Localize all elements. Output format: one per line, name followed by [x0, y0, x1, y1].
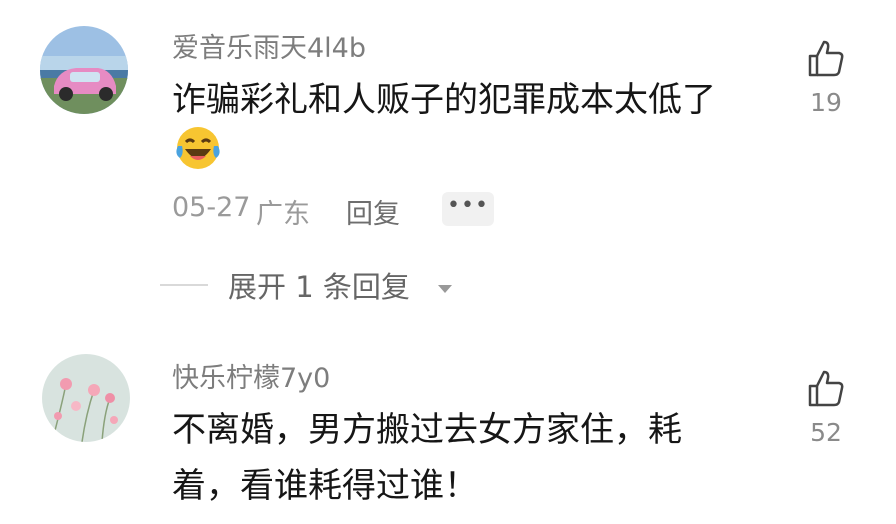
expand-replies-label: 展开 1 条回复: [228, 270, 410, 304]
comment-text: 诈骗彩礼和人贩子的犯罪成本太低了: [172, 80, 716, 120]
comment-item: 爱音乐雨天4l4b 诈骗彩礼和人贩子的犯罪成本太低了 05-27 广东 回复 •…: [0, 0, 896, 250]
username[interactable]: 快乐柠檬7y0: [172, 356, 330, 395]
reply-button[interactable]: 回复: [346, 192, 400, 231]
divider: [160, 284, 208, 286]
comment-location: 广东: [256, 199, 310, 230]
like-count: 52: [810, 418, 842, 447]
comment-item: 快乐柠檬7y0 不离婚，男方搬过去女方家住，耗 着，看谁耗得过谁！ 52: [0, 340, 896, 524]
avatar[interactable]: [42, 354, 130, 442]
avatar[interactable]: [40, 26, 128, 114]
comment-text-line: 不离婚，男方搬过去女方家住，耗: [172, 410, 682, 450]
comment-text: 不离婚，男方搬过去女方家住，耗 着，看谁耗得过谁！: [172, 402, 772, 514]
comment-text-line: 着，看谁耗得过谁！: [172, 466, 478, 506]
more-options-button[interactable]: •••: [442, 192, 494, 226]
comment-date: 05-27: [172, 192, 251, 223]
like-count: 19: [810, 88, 842, 117]
thumbs-up-icon: [796, 38, 856, 82]
like-button[interactable]: 52: [796, 368, 856, 447]
caret-down-icon: [438, 279, 452, 298]
laughing-crying-emoji: [174, 124, 222, 176]
like-button[interactable]: 19: [796, 38, 856, 117]
thumbs-up-icon: [796, 368, 856, 412]
username[interactable]: 爱音乐雨天4l4b: [172, 26, 366, 65]
